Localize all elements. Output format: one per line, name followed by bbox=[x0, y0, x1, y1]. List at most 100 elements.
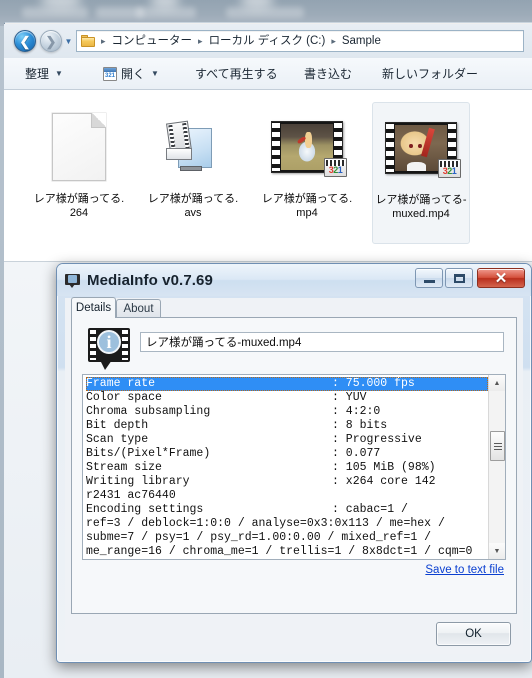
thumbnail: 321 bbox=[385, 105, 461, 191]
scrollbar-thumb[interactable] bbox=[490, 431, 505, 461]
detail-value: : 0.077 bbox=[332, 447, 381, 460]
detail-row[interactable]: Bit depth: 8 bits bbox=[86, 419, 488, 433]
detail-row[interactable]: me_range=16 / chroma_me=1 / trellis=1 / … bbox=[86, 545, 488, 559]
open-button[interactable]: 321 開く ▼ bbox=[96, 58, 166, 89]
breadcrumb-separator: ▸ bbox=[101, 36, 106, 46]
breadcrumb-separator: ▸ bbox=[331, 36, 336, 46]
detail-value: : 4:2:0 bbox=[332, 405, 381, 418]
codec-pack-badge: 321 bbox=[438, 159, 461, 178]
blank-document-icon bbox=[52, 113, 106, 181]
details-textarea[interactable]: Frame rate: 75.000 fps Color space: YUV … bbox=[82, 374, 506, 560]
play-all-button[interactable]: すべて再生する bbox=[188, 58, 285, 89]
file-item-muxed-mp4[interactable]: 321 レア様が踊ってる-muxed.mp4 bbox=[372, 102, 470, 244]
minimize-icon bbox=[423, 280, 435, 283]
detail-row[interactable]: Writing library : x264 core 142 bbox=[86, 475, 488, 489]
thumbnail bbox=[43, 104, 115, 190]
chevron-down-icon[interactable]: ▼ bbox=[64, 37, 73, 46]
burn-button[interactable]: 書き込む bbox=[297, 58, 359, 89]
vertical-scrollbar[interactable]: ▲ ▼ bbox=[488, 375, 505, 559]
minimize-button[interactable] bbox=[415, 268, 443, 288]
open-with-icon: 321 bbox=[103, 66, 117, 81]
scroll-up-button[interactable]: ▲ bbox=[489, 375, 505, 391]
blurred-title-text bbox=[226, 7, 304, 18]
detail-row[interactable]: Encoding settings : cabac=1 / bbox=[86, 503, 488, 517]
detail-row[interactable]: ref=3 / deblock=1:0:0 / analyse=0x3:0x11… bbox=[86, 517, 488, 531]
detail-value: : cabac=1 / bbox=[332, 503, 408, 516]
detail-key: Stream size bbox=[86, 461, 162, 474]
details-text-content: Frame rate: 75.000 fps Color space: YUV … bbox=[83, 375, 488, 559]
maximize-button[interactable] bbox=[445, 268, 473, 288]
forward-button[interactable]: ❯ bbox=[40, 30, 62, 52]
video-thumbnail-icon: 321 bbox=[385, 122, 461, 178]
forward-arrow-icon: ❯ bbox=[45, 33, 57, 49]
detail-row[interactable]: Scan type : Progressive bbox=[86, 433, 488, 447]
file-list-pane[interactable]: レア様が踊ってる.264 レア様が踊ってる.avs 321 レア様が踊ってる.m… bbox=[4, 90, 532, 262]
file-label: レア様が踊ってる.avs bbox=[147, 193, 239, 219]
details-panel: i レア様が踊ってる-muxed.mp4 Frame rate: 75.000 … bbox=[71, 317, 517, 614]
detail-value: : YUV bbox=[332, 391, 367, 404]
detail-wrap: me_range=16 / chroma_me=1 / trellis=1 / … bbox=[86, 545, 473, 558]
file-item-mp4[interactable]: 321 レア様が踊ってる.mp4 bbox=[258, 102, 356, 244]
detail-value: : 75.000 fps bbox=[332, 377, 415, 390]
detail-value: : Progressive bbox=[332, 433, 422, 446]
breadcrumb-computer[interactable]: コンピューター bbox=[109, 31, 196, 51]
detail-row[interactable]: Bits/(Pixel*Frame) : 0.077 bbox=[86, 447, 488, 461]
detail-row[interactable]: Color space : YUV bbox=[86, 391, 488, 405]
tab-details[interactable]: Details bbox=[71, 297, 116, 318]
file-label: レア様が踊ってる.264 bbox=[33, 193, 125, 219]
detail-key: Color space bbox=[86, 391, 162, 404]
detail-wrap: r2431 ac76440 bbox=[86, 489, 176, 502]
new-folder-button[interactable]: 新しいフォルダー bbox=[375, 58, 485, 89]
tab-about[interactable]: About bbox=[116, 299, 161, 318]
info-glyph: i bbox=[106, 332, 112, 352]
codec-pack-badge: 321 bbox=[324, 158, 347, 177]
detail-row[interactable]: Frame rate: 75.000 fps bbox=[86, 377, 488, 391]
detail-wrap: ref=3 / deblock=1:0:0 / analyse=0x3:0x11… bbox=[86, 517, 445, 530]
close-icon: ✕ bbox=[494, 269, 508, 287]
file-item-264[interactable]: レア様が踊ってる.264 bbox=[30, 102, 128, 244]
back-arrow-icon: ❮ bbox=[19, 33, 31, 49]
blurred-title-text bbox=[22, 7, 88, 18]
save-to-text-file-link[interactable]: Save to text file bbox=[425, 564, 504, 576]
maximize-icon bbox=[453, 273, 465, 283]
grip-icon bbox=[493, 442, 502, 450]
mediainfo-icon bbox=[65, 273, 80, 288]
detail-row[interactable]: r2431 ac76440 bbox=[86, 489, 488, 503]
explorer-toolbar: 整理 ▼ 321 開く ▼ すべて再生する 書き込む 新しいフォルダー bbox=[4, 58, 532, 90]
detail-row[interactable]: Chroma subsampling: 4:2:0 bbox=[86, 405, 488, 419]
play-all-label: すべて再生する bbox=[195, 67, 278, 81]
detail-row[interactable]: Stream size : 105 MiB (98%) bbox=[86, 461, 488, 475]
detail-key: Writing library bbox=[86, 475, 190, 488]
mediainfo-dialog: MediaInfo v0.7.69 ✕ Details About i レア様が… bbox=[56, 263, 532, 663]
open-label: 開く bbox=[121, 67, 146, 81]
new-folder-label: 新しいフォルダー bbox=[382, 67, 479, 81]
detail-key: Bits/(Pixel*Frame) bbox=[86, 447, 211, 460]
detail-value: : 105 MiB (98%) bbox=[332, 461, 436, 474]
breadcrumb-local-disk[interactable]: ローカル ディスク (C:) bbox=[206, 31, 329, 51]
thumbnail bbox=[157, 104, 229, 190]
chevron-down-icon: ▼ bbox=[151, 69, 159, 78]
address-bar[interactable]: ▸ コンピューター ▸ ローカル ディスク (C:) ▸ Sample bbox=[76, 30, 524, 52]
avisynth-script-icon bbox=[164, 118, 222, 176]
detail-wrap: subme=7 / psy=1 / psy_rd=1.00:0.00 / mix… bbox=[86, 531, 432, 544]
file-item-avs[interactable]: レア様が踊ってる.avs bbox=[144, 102, 242, 244]
chevron-down-icon: ▼ bbox=[55, 69, 63, 78]
ok-button[interactable]: OK bbox=[436, 622, 511, 646]
detail-key: Encoding settings bbox=[86, 503, 204, 516]
organize-label: 整理 bbox=[25, 67, 50, 81]
back-button[interactable]: ❮ bbox=[14, 30, 36, 52]
detail-key: Scan type bbox=[86, 433, 149, 446]
filename-field[interactable]: レア様が踊ってる-muxed.mp4 bbox=[140, 332, 504, 352]
organize-button[interactable]: 整理 ▼ bbox=[18, 58, 70, 89]
dialog-titlebar[interactable]: MediaInfo v0.7.69 ✕ bbox=[57, 264, 531, 296]
file-label: レア様が踊ってる.mp4 bbox=[261, 193, 353, 219]
detail-value: : 8 bits bbox=[332, 419, 388, 432]
scroll-down-button[interactable]: ▼ bbox=[489, 543, 505, 559]
breadcrumb-separator: ▸ bbox=[198, 36, 203, 46]
burn-label: 書き込む bbox=[304, 67, 353, 81]
mediainfo-file-icon: i bbox=[88, 328, 130, 372]
detail-row[interactable]: subme=7 / psy=1 / psy_rd=1.00:0.00 / mix… bbox=[86, 531, 488, 545]
breadcrumb-sample[interactable]: Sample bbox=[339, 31, 384, 51]
detail-value: : x264 core 142 bbox=[332, 475, 436, 488]
close-button[interactable]: ✕ bbox=[477, 268, 525, 288]
